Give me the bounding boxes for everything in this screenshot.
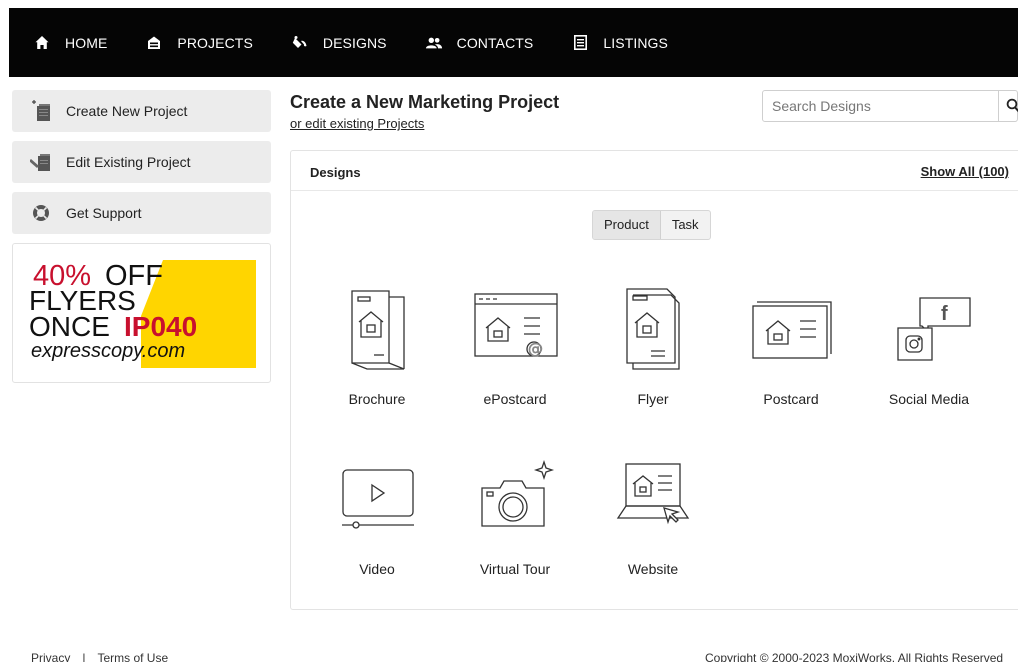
search-icon[interactable] (1006, 98, 1018, 119)
tile-label: Website (627, 561, 679, 577)
brochure-icon (317, 276, 437, 376)
tile-label: Flyer (637, 391, 669, 407)
design-tile-flyer[interactable]: Flyer (593, 276, 713, 426)
search-designs-input[interactable] (763, 91, 999, 121)
terms-of-use-link[interactable]: Terms of Use (97, 651, 168, 662)
listings-icon (571, 35, 589, 51)
contacts-icon (425, 35, 443, 51)
design-tile-website[interactable]: Website (593, 446, 713, 596)
design-tile-brochure[interactable]: Brochure (317, 276, 437, 426)
privacy-link[interactable]: Privacy (31, 651, 70, 662)
design-tile-social-media[interactable]: f Social Media (869, 276, 989, 426)
page-title: Create a New Marketing Project (290, 92, 560, 112)
toggle-task[interactable]: Task (661, 211, 710, 239)
nav-designs-label: DESIGNS (322, 34, 387, 51)
copyright-text: Copyright © 2000-2023 MoxiWorks. All Rig… (705, 651, 1004, 662)
design-tile-virtual-tour[interactable]: Virtual Tour (455, 446, 575, 596)
nav-home-label: HOME (65, 34, 108, 51)
promo-code: IP040 (124, 311, 197, 342)
edit-existing-projects-link[interactable]: or edit existing Projects (290, 116, 424, 131)
design-tile-video[interactable]: Video (317, 446, 437, 596)
video-icon (317, 446, 437, 546)
show-all-link[interactable]: Show All (100) (921, 164, 1009, 179)
tile-label: ePostcard (483, 391, 547, 407)
search-divider (998, 91, 999, 121)
edit-existing-project-label: Edit Existing Project (66, 154, 191, 170)
get-support-button[interactable]: Get Support (12, 192, 271, 234)
nav-contacts[interactable]: CONTACTS (425, 35, 534, 51)
epostcard-icon: @ (455, 276, 575, 376)
edit-project-icon (30, 151, 52, 173)
toggle-product[interactable]: Product (593, 211, 661, 239)
nav-projects-label: PROJECTS (177, 34, 253, 51)
website-icon (593, 446, 713, 546)
social-media-icon: f (869, 276, 989, 376)
create-new-project-label: Create New Project (66, 103, 188, 119)
flyer-icon (593, 276, 713, 376)
footer-separator: | (82, 651, 86, 662)
design-tile-epostcard[interactable]: @ ePostcard (455, 276, 575, 426)
tile-label: Virtual Tour (479, 561, 551, 577)
promo-graphic: 40% OFF FLYERS ONCE IP040 expresscopy.co… (29, 260, 256, 368)
tile-label: Postcard (763, 391, 819, 407)
svg-text:f: f (941, 303, 948, 325)
nav-listings[interactable]: LISTINGS (571, 35, 668, 51)
get-support-label: Get Support (66, 205, 142, 221)
nav-projects[interactable]: PROJECTS (145, 34, 253, 51)
tile-label: Brochure (348, 391, 406, 407)
paint-bucket-icon (291, 35, 309, 51)
designs-panel-title: Designs (310, 165, 361, 180)
promo-site: expresscopy.com (31, 340, 185, 362)
camera-icon (455, 446, 575, 546)
home-icon (33, 35, 51, 51)
designs-panel-header: Designs Show All (100) (291, 151, 1018, 191)
nav-home[interactable]: HOME (33, 35, 107, 51)
design-tile-postcard[interactable]: Postcard (731, 276, 851, 426)
nav-contacts-label: CONTACTS (456, 34, 534, 51)
svg-text:@: @ (528, 340, 543, 358)
top-nav: HOME PROJECTS DESIGNS CONTACTS LISTINGS (9, 8, 1018, 77)
edit-existing-project-button[interactable]: Edit Existing Project (12, 141, 271, 183)
nav-listings-label: LISTINGS (603, 34, 668, 51)
create-new-project-button[interactable]: Create New Project (12, 90, 271, 132)
promo-line3: ONCE (29, 311, 110, 342)
postcard-icon (731, 276, 851, 376)
product-task-toggle: Product Task (592, 210, 711, 240)
new-project-icon (30, 100, 52, 122)
promo-banner[interactable]: 40% OFF FLYERS ONCE IP040 expresscopy.co… (12, 243, 271, 383)
nav-designs[interactable]: DESIGNS (291, 35, 387, 51)
tile-label: Social Media (888, 391, 970, 407)
designs-panel: Designs Show All (100) Product Task Broc… (290, 150, 1018, 610)
search-box (762, 90, 1018, 122)
lifebuoy-icon (30, 202, 52, 224)
tile-label: Video (359, 561, 395, 577)
projects-icon (145, 35, 163, 51)
footer-links: Privacy | Terms of Use (31, 651, 168, 662)
